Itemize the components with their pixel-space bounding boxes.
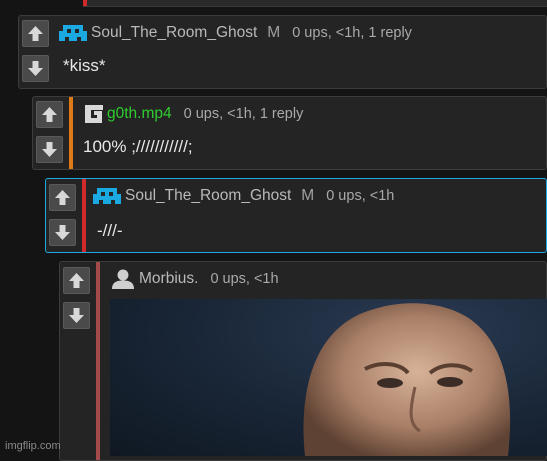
username-link[interactable]: Soul_The_Room_Ghost: [91, 24, 257, 42]
arrow-up-icon: [69, 273, 84, 288]
arrow-down-icon: [69, 308, 84, 323]
username-link[interactable]: Soul_The_Room_Ghost: [125, 187, 291, 205]
vote-column: [60, 262, 94, 460]
comment-meta: 0 ups, <1h: [210, 271, 279, 287]
vote-column: [46, 179, 80, 252]
comment-meta: 0 ups, <1h, 1 reply: [183, 106, 304, 122]
arrow-down-icon: [28, 61, 43, 76]
thread-accent-bar: [82, 179, 86, 252]
comment-text: *kiss*: [63, 56, 106, 75]
arrow-up-icon: [55, 190, 70, 205]
comment-text: -///-: [97, 221, 123, 240]
default-user-icon[interactable]: [111, 268, 135, 290]
comment-header: Soul_The_Room_Ghost M 0 ups, <1h, 1 repl…: [59, 23, 412, 43]
comment: Soul_The_Room_Ghost M 0 ups, <1h, 1 repl…: [18, 15, 547, 89]
vote-column: [19, 16, 53, 88]
arrow-up-icon: [28, 26, 43, 41]
comment-image[interactable]: [110, 299, 547, 456]
bald-man-photo-icon: [303, 303, 511, 456]
previous-comment-edge: [83, 0, 547, 7]
upvote-button[interactable]: [22, 20, 49, 47]
downvote-button[interactable]: [36, 136, 63, 163]
thread-accent-bar: [96, 262, 100, 460]
g-logo-icon[interactable]: [83, 103, 105, 125]
upvote-button[interactable]: [49, 184, 76, 211]
comment-meta: 0 ups, <1h: [326, 188, 395, 204]
upvote-button[interactable]: [63, 267, 90, 294]
comment-header: Morbius. 0 ups, <1h: [111, 269, 279, 289]
comment-meta: 0 ups, <1h, 1 reply: [292, 25, 412, 41]
vote-column: [33, 97, 67, 169]
mod-badge: M: [267, 24, 281, 41]
comment-header: Soul_The_Room_Ghost M 0 ups, <1h: [93, 186, 394, 206]
downvote-button[interactable]: [49, 219, 76, 246]
downvote-button[interactable]: [63, 302, 90, 329]
comment-text: 100% ;///////////;: [83, 137, 193, 156]
downvote-button[interactable]: [22, 55, 49, 82]
arrow-up-icon: [42, 107, 57, 122]
thread-accent-bar: [69, 97, 73, 169]
cyan-invader-icon[interactable]: [93, 186, 121, 206]
cyan-invader-icon[interactable]: [59, 23, 87, 43]
watermark: imgflip.com: [5, 440, 61, 452]
comment: Soul_The_Room_Ghost M 0 ups, <1h -///-: [45, 178, 547, 253]
arrow-down-icon: [55, 225, 70, 240]
username-link[interactable]: g0th.mp4: [107, 105, 172, 123]
username-link[interactable]: Morbius.: [139, 270, 198, 288]
arrow-down-icon: [42, 142, 57, 157]
comment: g0th.mp4 0 ups, <1h, 1 reply 100% ;/////…: [32, 96, 547, 170]
upvote-button[interactable]: [36, 101, 63, 128]
comment-header: g0th.mp4 0 ups, <1h, 1 reply: [83, 104, 303, 124]
mod-badge: M: [301, 187, 315, 204]
